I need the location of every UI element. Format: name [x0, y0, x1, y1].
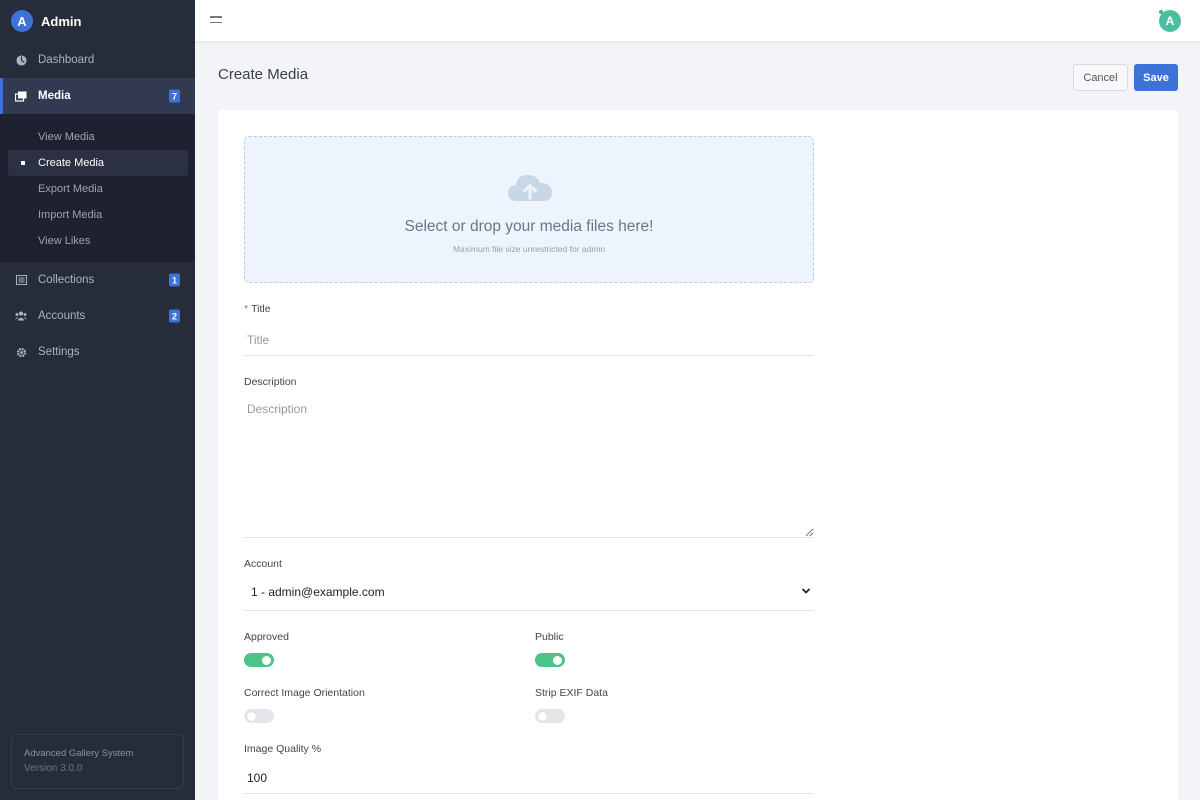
orientation-label: Correct Image Orientation	[244, 687, 365, 699]
save-button[interactable]: Save	[1134, 64, 1178, 91]
dashboard-icon	[15, 54, 27, 66]
brand-logo: A	[11, 10, 33, 32]
quality-input[interactable]	[244, 762, 814, 794]
create-media-form: Select or drop your media files here! Ma…	[218, 110, 1178, 800]
dropzone-subtitle: Maximum file size unrestricted for admin	[452, 244, 606, 254]
sidebar-item-settings[interactable]: Settings	[0, 334, 195, 370]
submenu-item-view-media[interactable]: View Media	[8, 124, 188, 150]
topbar: A	[195, 0, 1200, 42]
app-version: Version 3.0.0	[24, 763, 83, 774]
title-label-text: Title	[251, 303, 271, 315]
required-mark: *	[244, 303, 249, 315]
public-label: Public	[535, 631, 564, 643]
sidebar-item-label: Collections	[38, 274, 95, 286]
exif-toggle[interactable]	[535, 709, 565, 723]
submenu-item-export-media[interactable]: Export Media	[8, 176, 188, 202]
brand[interactable]: A Admin	[0, 0, 195, 42]
chevron-down-icon	[801, 588, 811, 594]
description-input[interactable]	[244, 397, 814, 538]
submenu-item-create-media[interactable]: Create Media	[8, 150, 188, 176]
account-label: Account	[244, 558, 282, 570]
sidebar-item-dashboard[interactable]: Dashboard	[0, 42, 195, 78]
sidebar-item-label: Accounts	[38, 310, 86, 322]
sidebar: A Admin Dashboard Media 7 View Media Cre…	[0, 0, 195, 800]
account-select[interactable]: 1 - admin@example.com	[244, 573, 814, 611]
approved-label: Approved	[244, 631, 289, 643]
approved-toggle[interactable]	[244, 653, 274, 667]
accounts-icon	[15, 310, 27, 322]
public-toggle[interactable]	[535, 653, 565, 667]
media-submenu: View Media Create Media Export Media Imp…	[0, 114, 195, 262]
version-info: Advanced Gallery System Version 3.0.0	[11, 734, 184, 789]
submenu-item-view-likes[interactable]: View Likes	[8, 228, 188, 254]
brand-name: Admin	[41, 13, 82, 29]
count-badge: 1	[169, 273, 180, 287]
app-name: Advanced Gallery System	[24, 748, 134, 759]
page-title: Create Media	[218, 66, 309, 83]
exif-label: Strip EXIF Data	[535, 687, 608, 699]
collections-icon	[15, 274, 27, 286]
submenu-item-import-media[interactable]: Import Media	[8, 202, 188, 228]
dropzone-title: Select or drop your media files here!	[404, 218, 654, 235]
sidebar-item-media[interactable]: Media 7	[0, 78, 195, 114]
file-dropzone[interactable]: Select or drop your media files here! Ma…	[244, 136, 814, 283]
quality-label: Image Quality %	[244, 743, 322, 755]
count-badge: 7	[169, 89, 180, 103]
title-label: * Title	[244, 303, 271, 315]
orientation-toggle[interactable]	[244, 709, 274, 723]
description-label: Description	[244, 376, 297, 388]
account-selected-value: 1 - admin@example.com	[251, 584, 385, 599]
title-input[interactable]	[244, 324, 814, 356]
cancel-button[interactable]: Cancel	[1073, 64, 1128, 91]
sidebar-item-collections[interactable]: Collections 1	[0, 262, 195, 298]
sidebar-item-label: Settings	[38, 346, 80, 358]
menu-toggle-icon[interactable]	[210, 16, 222, 27]
count-badge: 2	[169, 309, 180, 323]
sidebar-item-accounts[interactable]: Accounts 2	[0, 298, 195, 334]
gear-icon	[15, 346, 27, 358]
sidebar-item-label: Dashboard	[38, 54, 95, 66]
cloud-upload-icon	[508, 175, 552, 201]
media-icon	[15, 90, 27, 102]
user-avatar[interactable]: A	[1159, 10, 1181, 32]
sidebar-item-label: Media	[38, 90, 71, 102]
